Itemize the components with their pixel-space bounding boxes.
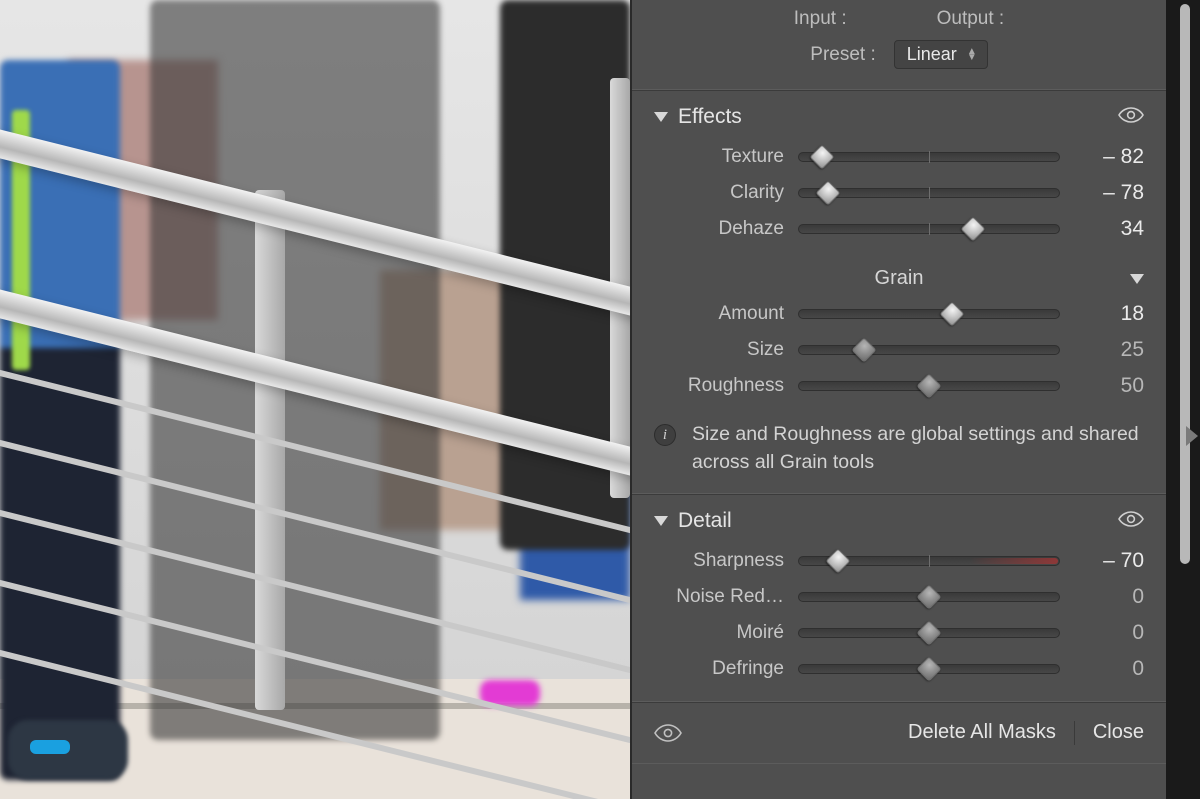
slider-thumb-icon[interactable] [916,656,941,681]
disclosure-triangle-icon [654,516,668,526]
slider-thumb-icon[interactable] [810,144,835,169]
visibility-eye-icon[interactable] [1118,107,1144,123]
texture-row: Texture – 82 [654,139,1144,175]
input-label: Input : [794,8,847,30]
dehaze-value[interactable]: 34 [1074,217,1144,241]
noise-label: Noise Red… [654,586,784,608]
slider-thumb-icon[interactable] [960,216,985,241]
defringe-slider[interactable] [798,664,1060,674]
effects-title: Effects [678,105,742,129]
close-button[interactable]: Close [1093,721,1144,744]
clarity-row: Clarity – 78 [654,175,1144,211]
grain-amount-slider[interactable] [798,309,1060,319]
sharpness-slider[interactable] [798,556,1060,566]
defringe-row: Defringe 0 [654,651,1144,687]
moire-label: Moiré [654,622,784,644]
clarity-label: Clarity [654,182,784,204]
grain-size-row: Size 25 [654,332,1144,368]
visibility-eye-icon[interactable] [654,724,682,742]
grain-size-value[interactable]: 25 [1074,338,1144,362]
disclosure-triangle-icon [1130,274,1144,284]
preset-label: Preset : [810,44,875,66]
adjustments-panel: Input : Output : Preset : Linear ▲▼ Effe… [630,0,1200,799]
curve-io-section: Input : Output : Preset : Linear ▲▼ [632,0,1166,90]
noise-slider[interactable] [798,592,1060,602]
slider-thumb-icon[interactable] [851,337,876,362]
grain-size-label: Size [654,339,784,361]
clarity-value[interactable]: – 78 [1074,181,1144,205]
slider-thumb-icon[interactable] [825,548,850,573]
sharpness-row: Sharpness – 70 [654,543,1144,579]
disclosure-triangle-icon [654,112,668,122]
grain-info: i Size and Roughness are global settings… [654,404,1144,479]
effects-section: Effects Texture – 82 Clarity – 78 Deha [632,90,1166,494]
slider-thumb-icon[interactable] [916,584,941,609]
sharpness-warning-zone [970,558,1058,564]
footer-divider [1074,721,1075,745]
masks-footer: Delete All Masks Close [632,702,1166,764]
detail-title: Detail [678,509,732,533]
detail-section: Detail Sharpness – 70 Noise Red… 0 Moi [632,494,1166,702]
delete-all-masks-button[interactable]: Delete All Masks [908,721,1056,744]
slider-thumb-icon[interactable] [940,301,965,326]
right-rail [1166,0,1200,799]
clarity-slider[interactable] [798,188,1060,198]
texture-value[interactable]: – 82 [1074,145,1144,169]
dehaze-row: Dehaze 34 [654,211,1144,247]
preset-select[interactable]: Linear ▲▼ [894,40,988,69]
sharpness-label: Sharpness [654,550,784,572]
grain-amount-row: Amount 18 [654,296,1144,332]
grain-roughness-slider[interactable] [798,381,1060,391]
texture-slider[interactable] [798,152,1060,162]
grain-header[interactable]: Grain [654,247,1144,296]
defringe-label: Defringe [654,658,784,680]
grain-roughness-label: Roughness [654,375,784,397]
slider-thumb-icon[interactable] [916,373,941,398]
texture-label: Texture [654,146,784,168]
moire-row: Moiré 0 [654,615,1144,651]
defringe-value[interactable]: 0 [1074,657,1144,681]
noise-row: Noise Red… 0 [654,579,1144,615]
dehaze-slider[interactable] [798,224,1060,234]
output-label: Output : [937,8,1005,30]
grain-title: Grain [875,267,924,290]
info-icon: i [654,424,676,446]
slider-thumb-icon[interactable] [815,180,840,205]
grain-amount-value[interactable]: 18 [1074,302,1144,326]
preset-value: Linear [907,44,957,65]
noise-value[interactable]: 0 [1074,585,1144,609]
panel-expand-icon[interactable] [1186,426,1198,446]
grain-roughness-row: Roughness 50 [654,368,1144,404]
moire-value[interactable]: 0 [1074,621,1144,645]
scrollbar-thumb[interactable] [1180,4,1190,564]
image-preview[interactable] [0,0,630,799]
grain-info-text: Size and Roughness are global settings a… [692,420,1144,477]
grain-size-slider[interactable] [798,345,1060,355]
detail-header[interactable]: Detail [654,503,1144,543]
effects-header[interactable]: Effects [654,99,1144,139]
grain-amount-label: Amount [654,303,784,325]
updown-icon: ▲▼ [967,49,977,61]
moire-slider[interactable] [798,628,1060,638]
visibility-eye-icon[interactable] [1118,511,1144,527]
dehaze-label: Dehaze [654,218,784,240]
grain-roughness-value[interactable]: 50 [1074,374,1144,398]
slider-thumb-icon[interactable] [916,620,941,645]
sharpness-value[interactable]: – 70 [1074,549,1144,573]
